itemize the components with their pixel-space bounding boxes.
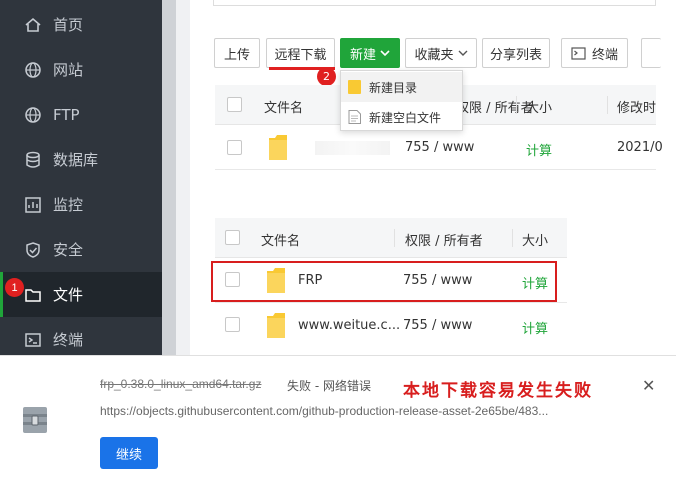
monitor-icon: [24, 196, 42, 214]
path-bar[interactable]: [213, 0, 656, 6]
highlight-box: [211, 261, 557, 302]
sidebar-item-website[interactable]: 网站: [0, 47, 162, 92]
column-divider: [607, 96, 608, 114]
menu-item-new-folder[interactable]: 新建目录: [341, 72, 462, 102]
sidebar-item-label: 文件: [53, 286, 84, 304]
menu-item-label: 新建目录: [369, 80, 418, 95]
globe-icon: [24, 106, 42, 124]
sidebar-item-label: 监控: [53, 196, 84, 214]
row-checkbox[interactable]: [225, 317, 240, 332]
sidebar-item-database[interactable]: 数据库: [0, 137, 162, 182]
home-icon: [24, 16, 42, 34]
sidebar: 首页 网站 FTP 数据库 监控 安全 文件 终端: [0, 0, 162, 355]
row-modified: 2021/0: [617, 140, 663, 155]
new-button[interactable]: 新建: [340, 38, 400, 68]
database-icon: [24, 151, 42, 169]
favorites-label: 收藏夹: [414, 47, 454, 63]
table-header: 文件名 权限 / 所有者 大小: [215, 218, 567, 258]
folder-icon: [269, 135, 287, 160]
sidebar-item-security[interactable]: 安全: [0, 227, 162, 272]
row-permission: 755 / www: [403, 318, 473, 333]
folder-icon: [267, 313, 285, 338]
sidebar-item-home[interactable]: 首页: [0, 2, 162, 47]
column-header-name[interactable]: 文件名: [264, 97, 303, 116]
folder-icon: [348, 80, 361, 94]
column-divider: [512, 229, 513, 247]
column-header-size[interactable]: 大小: [526, 97, 552, 116]
chevron-down-icon: [458, 49, 468, 57]
step-badge: 1: [5, 278, 24, 297]
step-badge: 2: [317, 67, 336, 86]
column-header-permission[interactable]: 权限 / 所有者: [456, 97, 534, 116]
sidebar-item-files[interactable]: 文件: [0, 272, 162, 317]
content-gutter: [176, 0, 190, 355]
download-status: 失败 - 网络错误: [287, 379, 371, 393]
file-icon: [348, 110, 361, 124]
column-header-permission[interactable]: 权限 / 所有者: [405, 230, 483, 249]
folder-icon: [24, 286, 42, 304]
sidebar-item-label: 首页: [53, 16, 84, 34]
terminal-icon: [571, 46, 586, 60]
menu-item-label: 新建空白文件: [369, 110, 442, 125]
sidebar-item-label: FTP: [53, 105, 80, 124]
chevron-down-icon: [380, 49, 390, 57]
table-row[interactable]: www.weitue.c... 755 / www 计算: [215, 303, 567, 348]
column-header-name[interactable]: 文件名: [261, 230, 300, 249]
upload-button[interactable]: 上传: [214, 38, 260, 68]
terminal-icon: [24, 331, 42, 349]
blurred-filename: [315, 141, 390, 155]
menu-item-new-file[interactable]: 新建空白文件: [341, 102, 462, 132]
column-divider: [394, 229, 395, 247]
row-filename[interactable]: www.weitue.c...: [298, 318, 400, 333]
terminal-label: 终端: [591, 47, 618, 63]
new-dropdown-menu: 新建目录 新建空白文件: [340, 70, 463, 131]
remote-download-button[interactable]: 远程下载: [266, 38, 335, 68]
select-all-checkbox[interactable]: [227, 97, 242, 112]
close-icon[interactable]: ✕: [642, 376, 655, 395]
column-divider: [516, 96, 517, 114]
sidebar-item-monitor[interactable]: 监控: [0, 182, 162, 227]
new-button-label: 新建: [349, 47, 376, 63]
archive-file-icon: [23, 407, 47, 433]
annotation-note: 本地下载容易发生失败: [403, 381, 593, 401]
more-button[interactable]: [641, 38, 661, 68]
row-permission: 755 / www: [405, 140, 475, 155]
favorites-button[interactable]: 收藏夹: [405, 38, 477, 68]
sidebar-item-label: 网站: [53, 61, 84, 79]
column-header-size[interactable]: 大小: [522, 230, 548, 249]
scroll-gutter: [162, 0, 176, 355]
calculate-size-link[interactable]: 计算: [522, 318, 548, 337]
sidebar-item-label: 安全: [53, 241, 84, 259]
sidebar-item-label: 终端: [53, 331, 84, 349]
calculate-size-link[interactable]: 计算: [526, 140, 552, 159]
select-all-checkbox[interactable]: [225, 230, 240, 245]
download-filename[interactable]: frp_0.38.0_linux_amd64.tar.gz: [100, 377, 261, 391]
download-url: https://objects.githubusercontent.com/gi…: [100, 404, 549, 418]
share-list-button[interactable]: 分享列表: [482, 38, 550, 68]
sidebar-item-ftp[interactable]: FTP: [0, 92, 162, 137]
sidebar-item-label: 数据库: [53, 151, 99, 169]
column-header-modified[interactable]: 修改时: [617, 97, 656, 116]
row-checkbox[interactable]: [227, 140, 242, 155]
globe-icon: [24, 61, 42, 79]
continue-button[interactable]: 继续: [100, 437, 158, 469]
shield-icon: [24, 241, 42, 259]
terminal-button[interactable]: 终端: [561, 38, 628, 68]
